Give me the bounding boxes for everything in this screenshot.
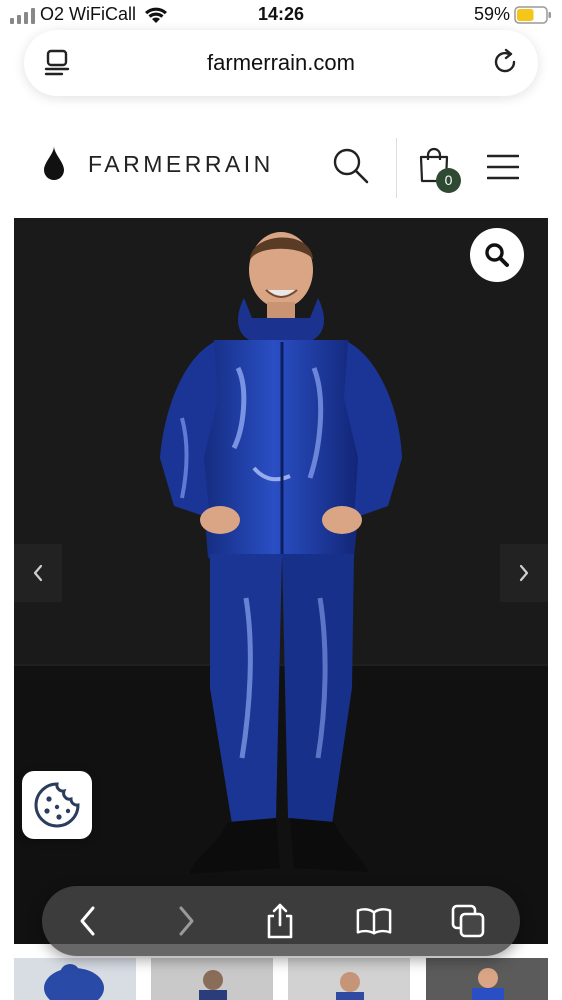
battery-percent: 59% bbox=[473, 4, 510, 24]
hamburger-menu-icon[interactable] bbox=[487, 154, 519, 180]
thumbnail[interactable] bbox=[151, 958, 273, 1000]
thumbnail[interactable] bbox=[426, 958, 548, 1000]
tabs-icon bbox=[451, 904, 485, 938]
cookie-icon bbox=[34, 782, 80, 828]
thumbnail[interactable] bbox=[288, 958, 410, 1000]
header-divider bbox=[396, 138, 397, 198]
gallery-next-button[interactable] bbox=[500, 544, 548, 602]
raindrop-logo-icon[interactable] bbox=[42, 146, 66, 182]
bookmarks-icon bbox=[356, 908, 392, 935]
search-icon[interactable] bbox=[332, 147, 370, 185]
site-header: FARMERRAIN 0 bbox=[0, 120, 562, 216]
status-bar: O2 WiFiCall 14:26 59% bbox=[0, 0, 562, 32]
thumbnail[interactable] bbox=[14, 958, 136, 1000]
forward-button[interactable] bbox=[168, 903, 204, 939]
chevron-left-icon bbox=[33, 564, 43, 582]
back-button[interactable] bbox=[70, 903, 106, 939]
product-image-gallery[interactable] bbox=[14, 218, 548, 944]
chevron-right-icon bbox=[519, 564, 529, 582]
tabs-button[interactable] bbox=[450, 903, 486, 939]
reload-icon[interactable] bbox=[492, 48, 520, 76]
cart-count-badge[interactable]: 0 bbox=[436, 168, 461, 193]
share-icon bbox=[267, 903, 293, 939]
thumbnail-strip bbox=[14, 958, 548, 1000]
gallery-prev-button[interactable] bbox=[14, 544, 62, 602]
browser-toolbar bbox=[42, 886, 520, 956]
forward-icon bbox=[179, 906, 194, 936]
address-bar[interactable]: farmerrain.com bbox=[24, 30, 538, 96]
battery-icon bbox=[514, 6, 551, 24]
cookie-settings-button[interactable] bbox=[22, 771, 92, 839]
product-photo-rain-suit[interactable] bbox=[14, 218, 548, 944]
brand-logo[interactable]: FARMERRAIN bbox=[88, 151, 274, 178]
share-button[interactable] bbox=[262, 903, 298, 939]
back-icon bbox=[80, 906, 95, 936]
url-text[interactable]: farmerrain.com bbox=[24, 50, 538, 76]
zoom-icon bbox=[485, 243, 509, 267]
zoom-button[interactable] bbox=[470, 228, 524, 282]
bookmarks-button[interactable] bbox=[356, 903, 392, 939]
